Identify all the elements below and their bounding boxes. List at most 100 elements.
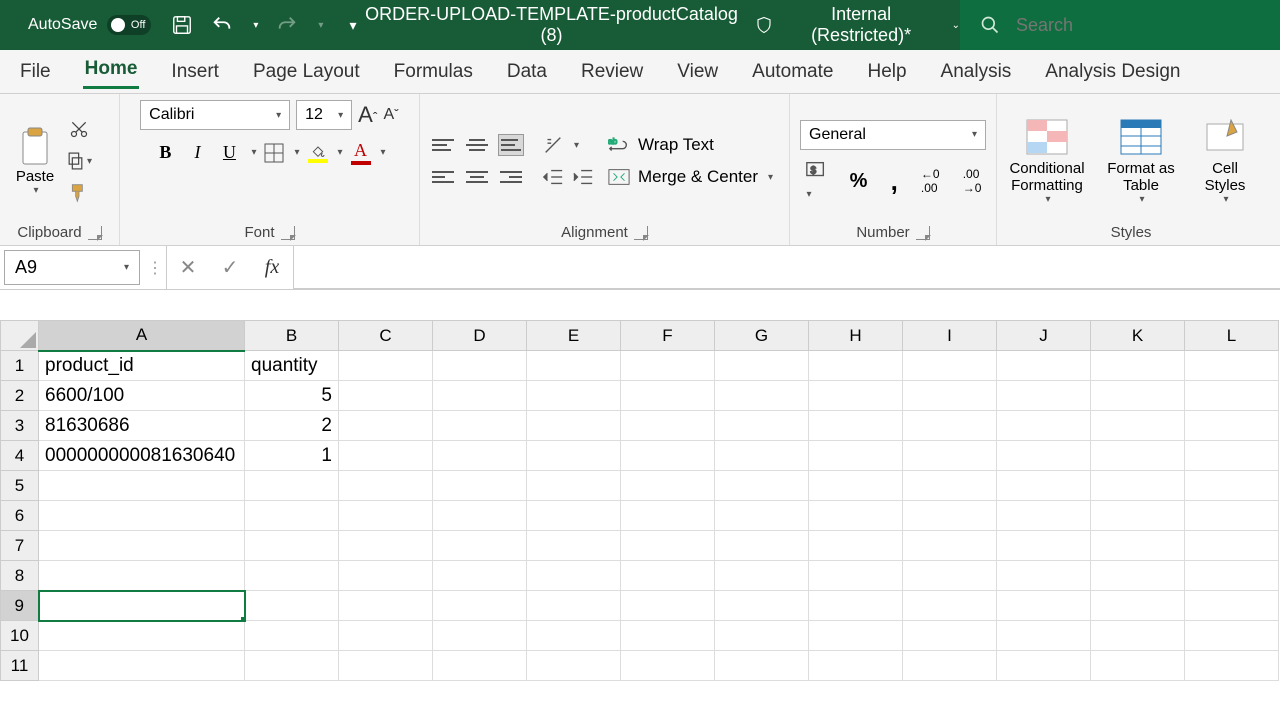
cell[interactable] [809,621,903,651]
tab-page-layout[interactable]: Page Layout [251,57,362,87]
cell[interactable] [997,591,1091,621]
cell[interactable] [245,501,339,531]
increase-indent-icon[interactable] [572,167,594,187]
underline-dropdown-icon[interactable]: ▾ [251,147,256,158]
cell[interactable] [39,531,245,561]
cell[interactable] [621,651,715,681]
format-as-table-button[interactable]: Format as Table ▾ [1101,118,1181,205]
conditional-formatting-button[interactable]: Conditional Formatting ▾ [1007,118,1087,205]
cell[interactable] [715,561,809,591]
autosave-control[interactable]: AutoSave Off [28,15,151,35]
search-input[interactable] [1016,15,1260,36]
cell[interactable] [1091,621,1185,651]
cell[interactable] [527,531,621,561]
cancel-formula-icon[interactable]: ✕ [167,255,209,280]
tab-review[interactable]: Review [579,57,645,87]
cell[interactable] [997,381,1091,411]
cell[interactable] [903,621,997,651]
clipboard-dialog-launcher[interactable] [88,226,102,240]
row-header[interactable]: 10 [1,621,39,651]
row-header[interactable]: 5 [1,471,39,501]
orientation-dropdown-icon[interactable]: ▾ [574,140,579,151]
cell[interactable] [903,531,997,561]
cell[interactable] [339,441,433,471]
cell[interactable] [903,351,997,381]
cell[interactable] [715,591,809,621]
cell[interactable] [1091,381,1185,411]
fill-dropdown-icon[interactable]: ▾ [338,147,343,158]
sensitivity-label[interactable]: Internal (Restricted)* [781,4,942,46]
cell[interactable] [621,501,715,531]
cell[interactable] [1091,591,1185,621]
cell[interactable] [997,531,1091,561]
cell[interactable] [621,411,715,441]
insert-function-icon[interactable]: fx [251,256,293,279]
cell[interactable] [1185,501,1279,531]
number-format-combo[interactable]: General▾ [800,120,986,150]
cell[interactable] [339,381,433,411]
align-right-icon[interactable] [498,166,524,188]
col-header-C[interactable]: C [339,321,433,351]
tab-view[interactable]: View [675,57,720,87]
redo-icon[interactable] [276,14,298,36]
cell[interactable] [1091,531,1185,561]
fontcolor-dropdown-icon[interactable]: ▾ [381,147,386,158]
cell-A2[interactable]: 6600/100 [39,381,245,411]
cell[interactable] [621,471,715,501]
decrease-indent-icon[interactable] [542,167,564,187]
cell[interactable] [339,621,433,651]
cell[interactable] [809,531,903,561]
col-header-K[interactable]: K [1091,321,1185,351]
col-header-F[interactable]: F [621,321,715,351]
cell[interactable] [621,591,715,621]
tab-analysis[interactable]: Analysis [939,57,1014,87]
col-header-G[interactable]: G [715,321,809,351]
row-header[interactable]: 2 [1,381,39,411]
fill-color-button[interactable] [308,143,328,163]
merge-center-button[interactable]: Merge & Center ▾ [608,167,773,187]
col-header-A[interactable]: A [39,321,245,351]
paste-dropdown-icon[interactable]: ▾ [33,185,38,196]
borders-icon[interactable] [264,143,284,163]
merge-dropdown-icon[interactable]: ▾ [768,172,773,183]
cell[interactable] [245,591,339,621]
cell[interactable] [1185,441,1279,471]
cell[interactable] [997,651,1091,681]
cell-B3[interactable]: 2 [245,411,339,441]
cell[interactable] [245,621,339,651]
comma-icon[interactable]: , [891,166,898,197]
cut-icon[interactable] [66,117,92,141]
cell[interactable] [527,471,621,501]
cell[interactable] [339,561,433,591]
enter-formula-icon[interactable]: ✓ [209,255,251,280]
tab-automate[interactable]: Automate [750,57,835,87]
col-header-I[interactable]: I [903,321,997,351]
cell[interactable] [1185,561,1279,591]
grid-table[interactable]: A B C D E F G H I J K L 1product_idquant… [0,320,1279,681]
cell[interactable] [527,651,621,681]
cell-A4[interactable]: 000000000081630640 [39,441,245,471]
col-header-H[interactable]: H [809,321,903,351]
cell[interactable] [1091,441,1185,471]
cell[interactable] [527,561,621,591]
cell[interactable] [433,621,527,651]
cell[interactable] [997,441,1091,471]
name-box[interactable]: A9▾ [4,250,140,285]
cell[interactable] [1185,381,1279,411]
cell[interactable] [903,411,997,441]
cell[interactable] [39,651,245,681]
cell[interactable] [527,621,621,651]
cell[interactable] [809,501,903,531]
font-dialog-launcher[interactable] [281,226,295,240]
orientation-icon[interactable] [542,134,564,156]
underline-button[interactable]: U [217,142,241,163]
cell[interactable] [433,411,527,441]
col-header-D[interactable]: D [433,321,527,351]
cell[interactable] [715,411,809,441]
cell[interactable] [903,381,997,411]
cell[interactable] [527,501,621,531]
cell[interactable] [1185,471,1279,501]
format-painter-icon[interactable] [66,181,92,205]
cell[interactable] [339,591,433,621]
font-size-combo[interactable]: 12▾ [296,100,352,130]
